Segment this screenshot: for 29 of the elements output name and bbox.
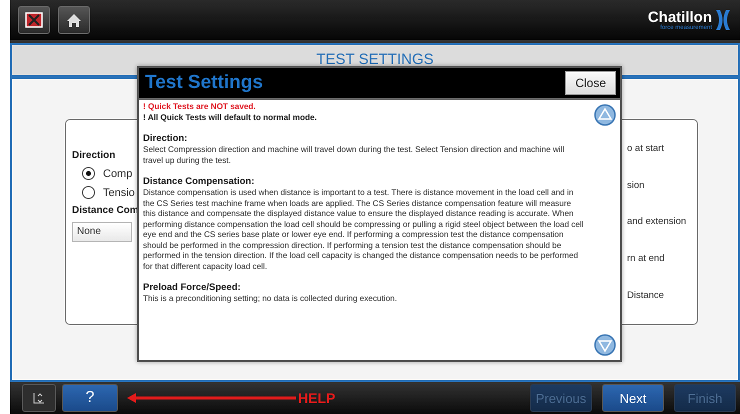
section-heading: Distance Compensation:: [143, 176, 256, 188]
nav-button[interactable]: Next: [602, 384, 664, 412]
home-icon: [66, 12, 82, 28]
field-label: Direction: [72, 150, 116, 161]
radio-option[interactable]: Comp: [72, 167, 132, 180]
option-label: rn at end: [627, 253, 664, 264]
section-text: Select Compression direction and machine will travel down during the test. Select Tension direction and machine will travel up during the test.: [143, 145, 566, 166]
section-text: Distance compensation is used when distance is important to a test. There is distance movement in the load cell and in the CS Series test machine frame when loads are applied. The CS Series distance compensation feature will measure this distance and compensate the displayed distance value to ensure the displayed distance reading is accurate. When performing distance compensation the load cell should be compressing or pulling a rigid steel object between the load cell eye end and the CS series base plate or lower eye end. If performing a compression test the distance compensation should be performed in the compression direction. If performing a tension test the distance compensation should be performed in the tension direction. If the load cell capacity is changed the distance compensation needs to be performed for that different capacity load cell.: [143, 188, 585, 272]
scroll-up-icon[interactable]: [594, 104, 616, 126]
option-label: Distance: [627, 290, 664, 302]
exit-button[interactable]: [18, 6, 50, 34]
section-heading: Direction:: [143, 133, 188, 145]
option-label: and extension: [627, 216, 686, 228]
notice-text: ! Quick Tests are NOT saved.: [143, 102, 257, 112]
scroll-down-icon[interactable]: [594, 334, 616, 356]
list-icon: [33, 392, 45, 404]
help-annotation: HELP: [298, 390, 336, 406]
close-button[interactable]: Close: [565, 71, 616, 95]
home-button[interactable]: [58, 6, 90, 34]
section-text: This is a preconditioning setting; no data is collected during execution.: [143, 294, 398, 304]
dropdown[interactable]: None: [72, 222, 132, 242]
menu-button[interactable]: [22, 384, 56, 412]
close-icon: [25, 12, 43, 28]
help-button[interactable]: ?: [62, 384, 118, 412]
option-label: sion: [627, 180, 644, 191]
notice-text: ! All Quick Tests will default to normal mode.: [143, 112, 318, 123]
option-label: o at start: [627, 142, 664, 154]
section-heading: Preload Force/Speed:: [143, 282, 242, 294]
radio-option[interactable]: Tensio: [72, 186, 135, 199]
